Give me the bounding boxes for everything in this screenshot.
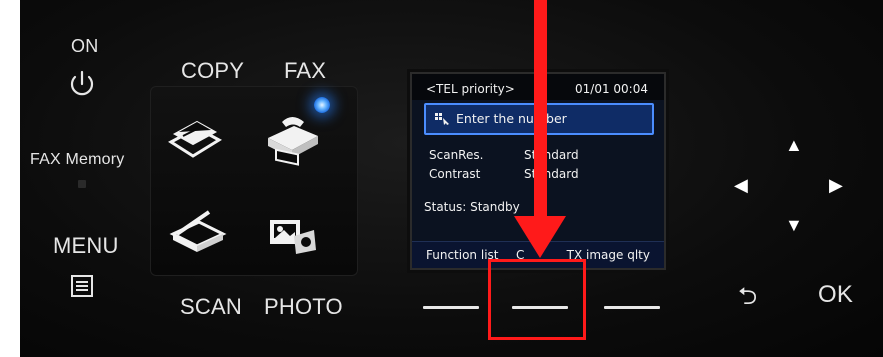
- menu-label: MENU: [53, 233, 119, 258]
- softkey-left-button[interactable]: [423, 306, 479, 309]
- fax-icon[interactable]: [258, 106, 328, 168]
- dpad-up-icon[interactable]: ▲: [785, 136, 803, 154]
- dpad-right-icon[interactable]: ▶: [829, 176, 843, 194]
- keypad-icon: [435, 113, 449, 125]
- back-icon[interactable]: ⮌: [738, 279, 757, 320]
- setting-key: Contrast: [429, 167, 481, 181]
- power-icon[interactable]: [64, 67, 100, 103]
- photo-label: PHOTO: [264, 294, 343, 319]
- input-prompt: Enter the number: [456, 111, 567, 126]
- dpad-down-icon[interactable]: ▼: [785, 216, 803, 234]
- photo-icon[interactable]: [262, 210, 322, 260]
- softkey-right-button[interactable]: [604, 306, 660, 309]
- setting-value: Standard: [524, 167, 579, 181]
- menu-icon[interactable]: [64, 268, 100, 304]
- scan-label: SCAN: [180, 294, 242, 319]
- ok-button[interactable]: OK: [818, 281, 853, 309]
- copy-label: COPY: [181, 58, 245, 83]
- fax-label: FAX: [284, 58, 327, 83]
- mode-title: <TEL priority>: [426, 82, 515, 96]
- annotation-highlight-box: [488, 259, 586, 340]
- fax-memory-label: FAX Memory: [30, 151, 125, 168]
- setting-value: Standard: [524, 148, 579, 162]
- setting-key: ScanRes.: [429, 148, 484, 162]
- status-text: Status: Standby: [424, 200, 520, 214]
- scan-icon[interactable]: [163, 204, 233, 260]
- annotation-arrow-shaft: [534, 0, 547, 226]
- copy-icon[interactable]: [163, 112, 229, 168]
- on-label: ON: [71, 36, 99, 56]
- fax-memory-led: [78, 180, 86, 188]
- date-time: 01/01 00:04: [575, 82, 648, 96]
- annotation-arrow-head-icon: [514, 216, 566, 258]
- dpad-left-icon[interactable]: ◀: [734, 176, 748, 194]
